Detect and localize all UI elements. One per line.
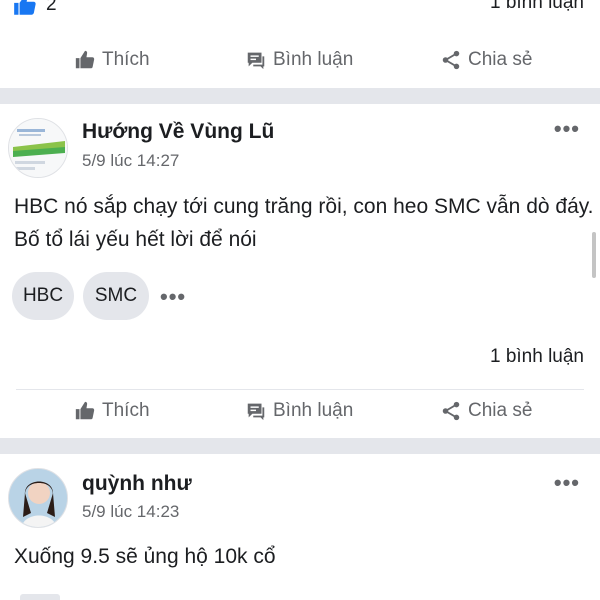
action-bar: Thích Bình luận Chia sẻ	[0, 38, 600, 82]
share-button[interactable]: Chia sẻ	[440, 49, 532, 71]
share-button[interactable]: Chia sẻ	[440, 400, 532, 422]
comment-icon	[247, 52, 265, 70]
comment-label: Bình luận	[273, 49, 354, 70]
like-button[interactable]: Thích	[74, 49, 150, 71]
post-header: quỳnh như 5/9 lúc 14:23 •••	[0, 466, 600, 536]
user-avatar-image	[9, 469, 67, 527]
more-options-icon[interactable]: •••	[554, 116, 580, 142]
post-body: HBC nó sắp chạy tới cung trăng rồi, con …	[14, 195, 594, 251]
comment-count[interactable]: 1 bình luận	[490, 0, 584, 14]
share-icon	[442, 50, 460, 70]
comment-label: Bình luận	[273, 400, 354, 421]
ticker-tag-hbc[interactable]: HBC	[12, 272, 74, 320]
post-timestamp[interactable]: 5/9 lúc 14:27	[82, 151, 179, 171]
thumbs-up-icon	[75, 50, 95, 69]
more-tags-icon[interactable]: •••	[160, 284, 186, 310]
post-header: Hướng Về Vùng Lũ 5/9 lúc 14:27 •••	[0, 116, 600, 186]
comment-button[interactable]: Bình luận	[245, 49, 353, 71]
post-separator	[0, 88, 600, 104]
more-options-icon[interactable]: •••	[554, 470, 580, 496]
tag-chip-partial[interactable]	[20, 594, 60, 600]
like-label: Thích	[102, 49, 150, 70]
like-label: Thích	[102, 400, 150, 421]
like-count: 2	[46, 0, 57, 15]
page-avatar-image	[9, 119, 67, 177]
post-separator	[0, 438, 600, 454]
comment-icon	[247, 403, 265, 421]
comment-count[interactable]: 1 bình luận	[490, 346, 584, 368]
author-name[interactable]: Hướng Về Vùng Lũ	[82, 120, 274, 144]
thumbs-up-icon	[75, 401, 95, 420]
share-label: Chia sẻ	[468, 400, 533, 421]
like-summary[interactable]: 2	[12, 0, 57, 16]
avatar[interactable]	[8, 118, 68, 178]
action-bar: Thích Bình luận Chia sẻ	[0, 389, 600, 433]
share-icon	[442, 401, 460, 421]
avatar[interactable]	[8, 468, 68, 528]
author-name[interactable]: quỳnh như	[82, 472, 192, 496]
divider	[16, 389, 584, 390]
ticker-tag-smc[interactable]: SMC	[83, 272, 149, 320]
previous-post-footer: 2 1 bình luận	[0, 0, 600, 30]
post-timestamp[interactable]: 5/9 lúc 14:23	[82, 502, 179, 522]
comment-button[interactable]: Bình luận	[245, 400, 353, 422]
share-label: Chia sẻ	[468, 49, 533, 70]
like-button[interactable]: Thích	[74, 400, 150, 422]
post-body: Xuống 9.5 sẽ ủng hộ 10k cổ	[14, 545, 276, 568]
scrollbar[interactable]	[592, 232, 596, 278]
thumbs-up-icon	[14, 0, 36, 15]
